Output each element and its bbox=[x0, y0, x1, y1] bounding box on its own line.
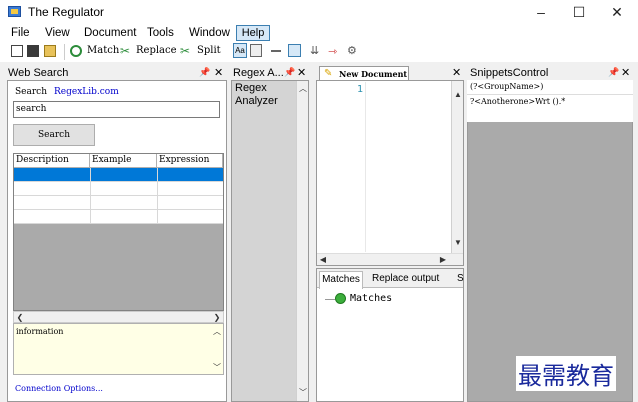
table-row[interactable] bbox=[14, 182, 223, 196]
search-input[interactable]: search bbox=[13, 101, 220, 118]
regex-analyzer-label: Regex Analyzer bbox=[235, 82, 278, 107]
menu-document[interactable]: Document bbox=[84, 27, 136, 39]
close-panel-icon[interactable]: ✕ bbox=[214, 66, 223, 79]
tab-matches[interactable]: Matches bbox=[319, 271, 363, 289]
match-icon[interactable] bbox=[70, 45, 82, 57]
tab-split[interactable]: S bbox=[457, 273, 464, 284]
column-header-description[interactable]: Description bbox=[14, 154, 90, 168]
information-box: information ︿ ﹀ bbox=[13, 323, 224, 375]
menu-tools[interactable]: Tools bbox=[147, 27, 174, 39]
toolbar-separator bbox=[64, 44, 65, 60]
tab-new-document[interactable]: ✎ New Document bbox=[319, 66, 409, 81]
new-file-icon[interactable] bbox=[11, 45, 23, 57]
snippets-list: (?<GroupName>) ?<Anotherone>Wrt ().* bbox=[467, 80, 633, 122]
vertical-scrollbar[interactable]: ︿ ﹀ bbox=[296, 81, 308, 401]
panel-title: Regex A... bbox=[233, 67, 284, 79]
close-document-icon[interactable]: ✕ bbox=[452, 66, 461, 79]
indent-icon[interactable] bbox=[288, 44, 301, 57]
tree-line bbox=[325, 299, 335, 300]
match-button[interactable]: Match bbox=[87, 45, 119, 56]
snippet-item[interactable]: (?<GroupName>) bbox=[470, 82, 543, 91]
results-panel: Matches Replace output S Matches bbox=[316, 268, 464, 402]
list-icon[interactable] bbox=[250, 44, 262, 57]
tab-replace-output[interactable]: Replace output bbox=[372, 273, 439, 284]
table-row[interactable] bbox=[14, 196, 223, 210]
format-icon[interactable]: ⇊ bbox=[310, 44, 319, 57]
menu-help[interactable]: Help bbox=[236, 25, 270, 41]
web-search-header: Web Search bbox=[7, 66, 227, 80]
scroll-up-icon[interactable]: ︿ bbox=[297, 83, 309, 95]
document-icon: ✎ bbox=[324, 68, 333, 79]
column-header-example[interactable]: Example bbox=[90, 154, 157, 168]
maximize-button[interactable]: ☐ bbox=[559, 0, 599, 24]
divider bbox=[467, 94, 633, 95]
menu-window[interactable]: Window bbox=[189, 27, 230, 39]
split-button[interactable]: Split bbox=[197, 45, 221, 56]
close-panel-icon[interactable]: ✕ bbox=[621, 66, 630, 79]
window-title: The Regulator bbox=[28, 5, 105, 19]
pin-icon[interactable]: 📌 bbox=[284, 67, 295, 78]
search-label: Search bbox=[15, 87, 47, 97]
table-row[interactable] bbox=[14, 168, 223, 182]
column-divider bbox=[90, 168, 91, 224]
vertical-scrollbar[interactable]: ▲ ▼ bbox=[451, 81, 463, 253]
pin-icon[interactable]: 📌 bbox=[199, 67, 210, 78]
scroll-up-icon[interactable]: ︿ bbox=[211, 326, 223, 338]
editor-area[interactable]: 1 ▲ ▼ ◀ ▶ bbox=[316, 80, 464, 266]
menu-file[interactable]: File bbox=[11, 27, 30, 39]
line-number: 1 bbox=[357, 84, 364, 95]
gutter-divider bbox=[365, 82, 366, 252]
save-icon[interactable] bbox=[27, 45, 39, 57]
horizontal-scrollbar[interactable]: ❮ ❯ bbox=[13, 311, 224, 323]
close-panel-icon[interactable]: ✕ bbox=[297, 66, 306, 79]
matches-tree-icon bbox=[335, 293, 346, 304]
document-tab-label: New Document bbox=[339, 69, 408, 79]
open-folder-icon[interactable] bbox=[44, 45, 56, 57]
scroll-left-icon[interactable]: ◀ bbox=[317, 254, 329, 266]
scroll-down-icon[interactable]: ﹀ bbox=[211, 362, 223, 374]
arrow-icon[interactable]: ⇾ bbox=[328, 45, 337, 58]
snippets-panel bbox=[467, 80, 633, 402]
scroll-right-icon[interactable]: ▶ bbox=[437, 254, 449, 266]
snippet-item[interactable]: ?<Anotherone>Wrt ().* bbox=[470, 97, 565, 106]
app-icon bbox=[8, 6, 21, 17]
search-button[interactable]: Search bbox=[13, 124, 95, 146]
scroll-up-icon[interactable]: ▲ bbox=[452, 89, 464, 101]
column-divider bbox=[157, 168, 158, 224]
results-grid: Description Example Expression bbox=[13, 153, 224, 311]
horizontal-scrollbar[interactable]: ◀ ▶ bbox=[317, 253, 463, 265]
information-text: information bbox=[16, 327, 64, 336]
column-header-expression[interactable]: Expression bbox=[157, 154, 223, 168]
pin-icon[interactable]: 📌 bbox=[608, 67, 619, 78]
replace-button[interactable]: Replace bbox=[136, 45, 177, 56]
case-sensitive-icon[interactable]: Aa bbox=[233, 43, 247, 58]
split-icon[interactable]: ✂ bbox=[180, 44, 190, 58]
watermark-text: 最需教育 bbox=[516, 356, 616, 391]
scroll-down-icon[interactable]: ﹀ bbox=[297, 387, 309, 399]
menu-view[interactable]: View bbox=[45, 27, 70, 39]
matches-tree-root[interactable]: Matches bbox=[350, 293, 392, 304]
table-row[interactable] bbox=[14, 210, 223, 224]
replace-icon[interactable]: ✂ bbox=[120, 44, 130, 58]
panel-title: Web Search bbox=[8, 67, 69, 79]
line-gutter bbox=[317, 81, 365, 253]
connection-options-link[interactable]: Connection Options... bbox=[15, 384, 103, 393]
regexlib-link[interactable]: RegexLib.com bbox=[54, 87, 119, 97]
tools-icon[interactable]: ⚙ bbox=[347, 44, 357, 57]
scroll-down-icon[interactable]: ▼ bbox=[452, 237, 464, 249]
panel-title: SnippetsControl bbox=[470, 67, 549, 79]
dash-icon[interactable] bbox=[271, 50, 281, 52]
minimize-button[interactable]: – bbox=[521, 0, 561, 24]
regex-analyzer-panel: Regex Analyzer ︿ ﹀ bbox=[231, 80, 309, 402]
close-button[interactable]: ✕ bbox=[597, 0, 637, 24]
